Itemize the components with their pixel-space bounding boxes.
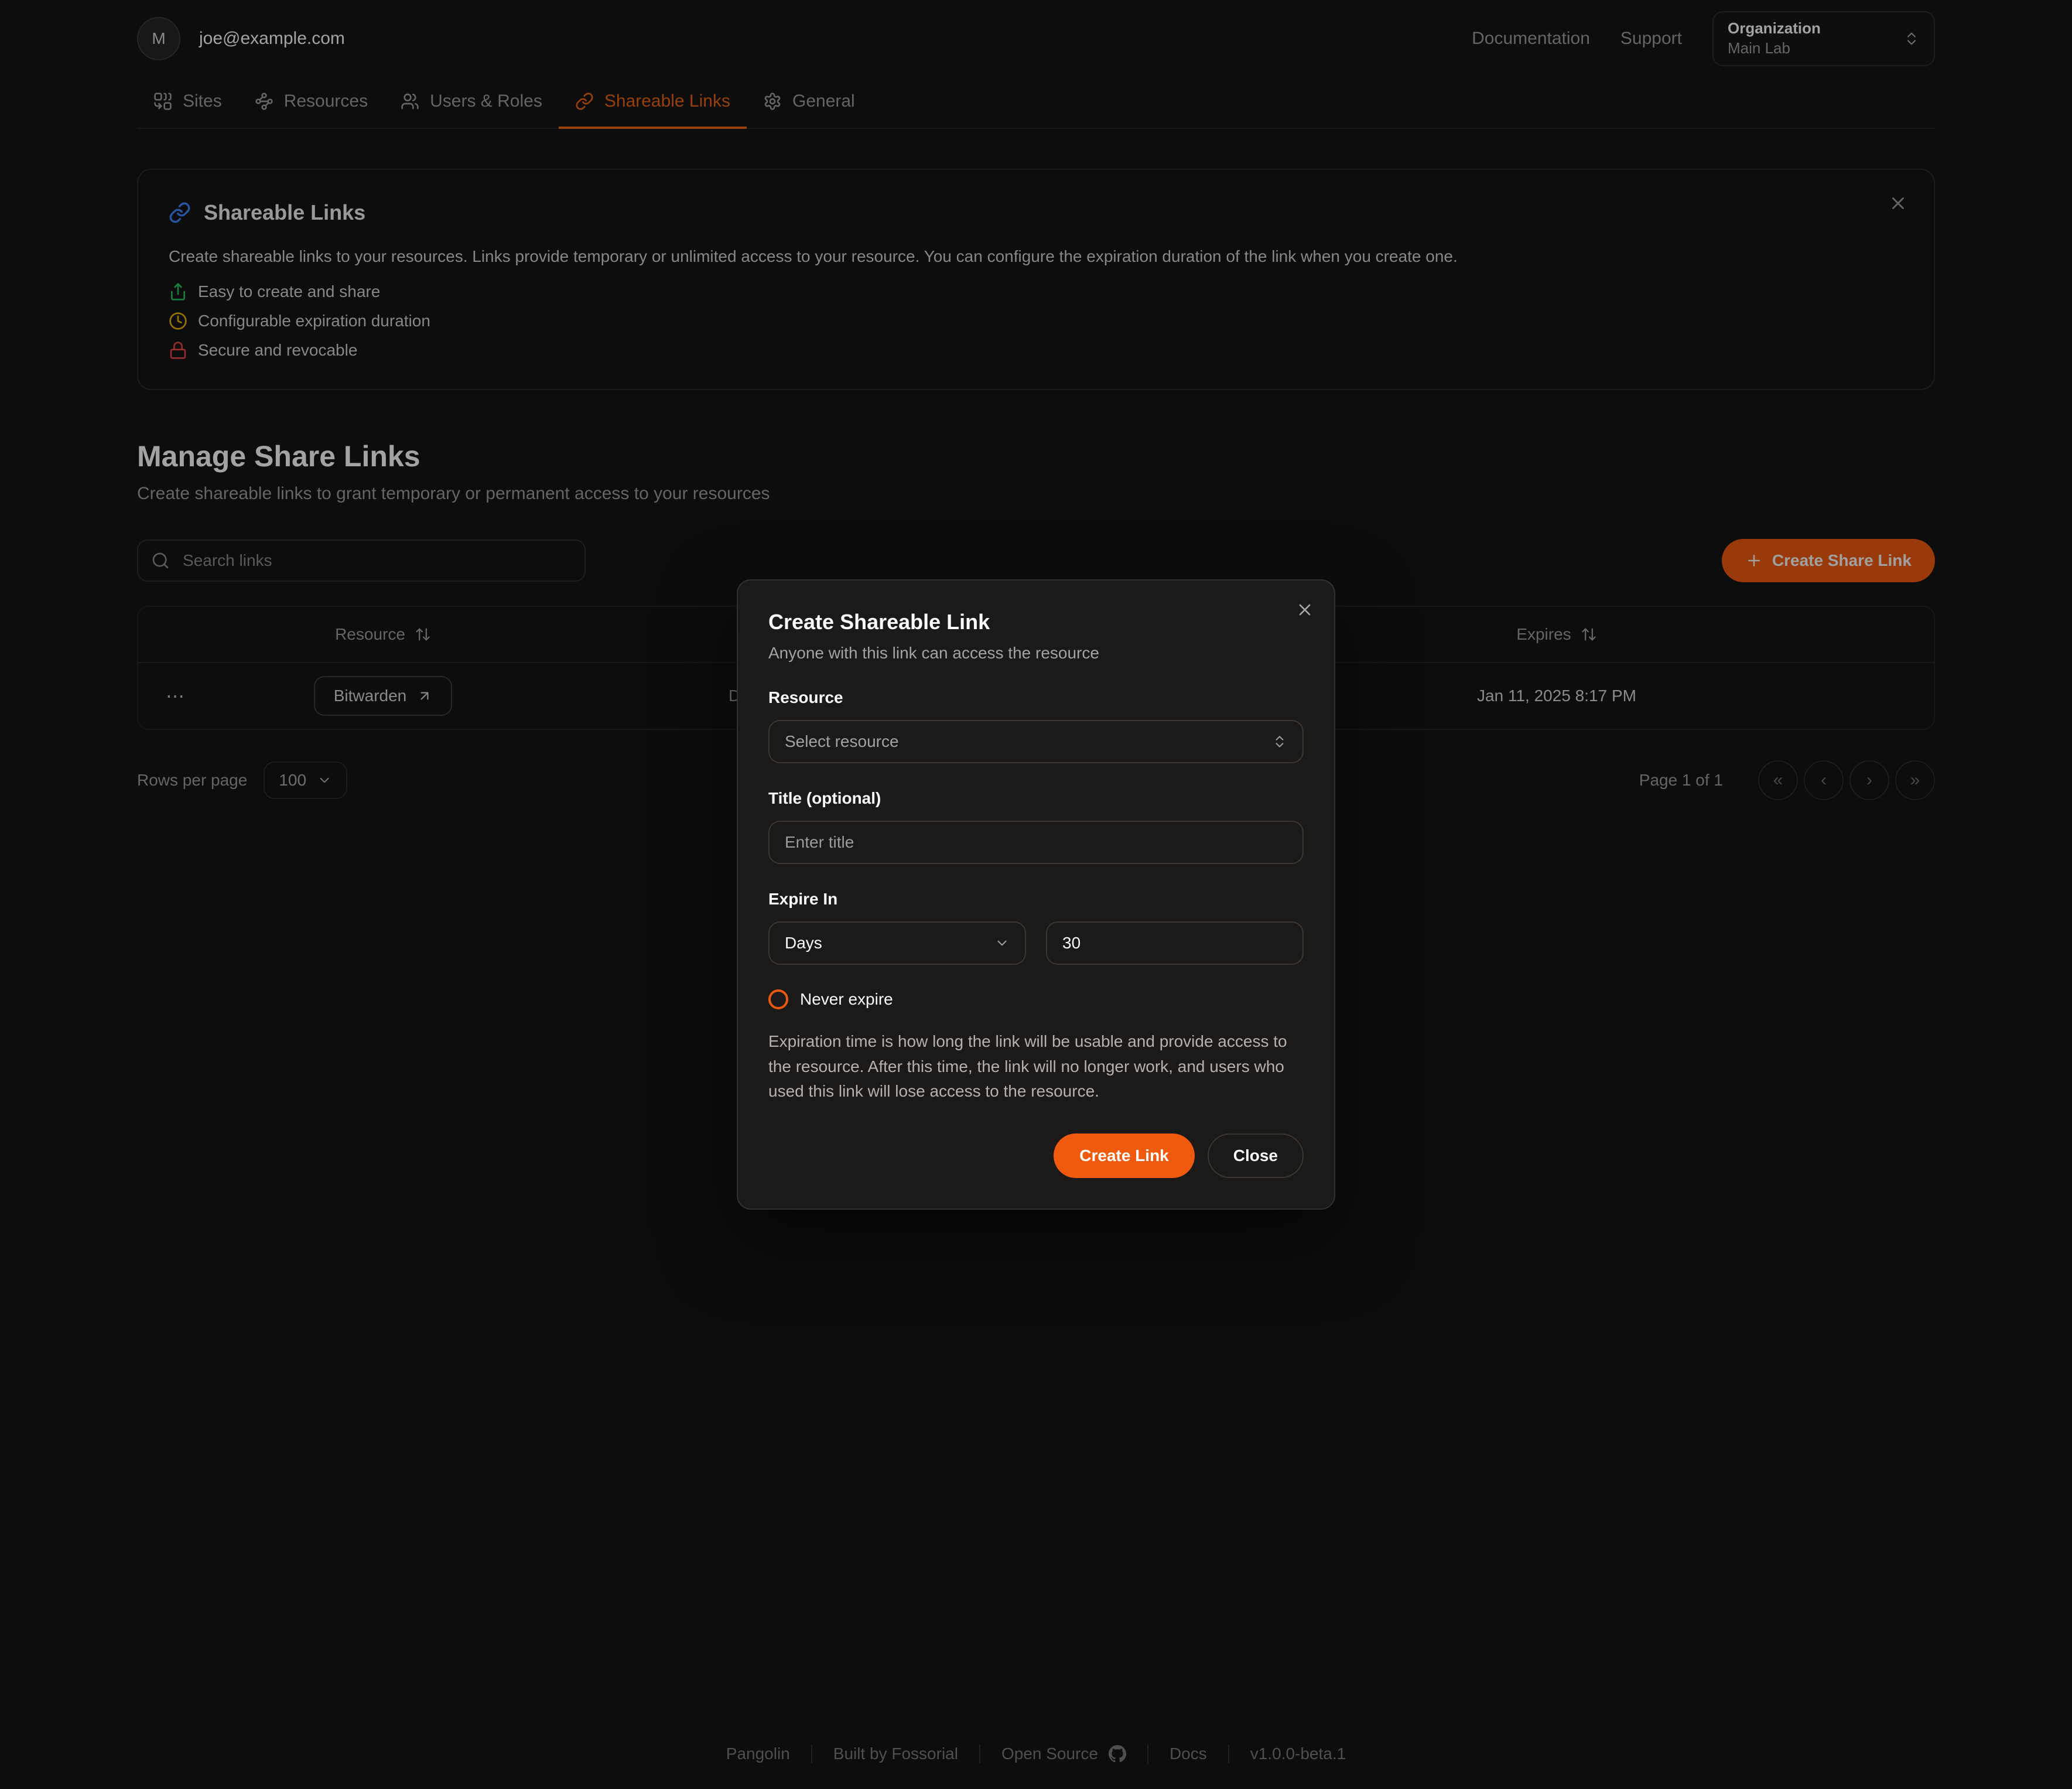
- radio-icon[interactable]: [768, 989, 788, 1009]
- expire-unit-select[interactable]: Days: [768, 921, 1026, 965]
- close-icon[interactable]: [1295, 600, 1314, 619]
- expire-in-label: Expire In: [768, 890, 1304, 909]
- create-link-button[interactable]: Create Link: [1054, 1134, 1195, 1178]
- create-shareable-link-modal: Create Shareable Link Anyone with this l…: [737, 579, 1335, 1210]
- expire-unit-value: Days: [785, 934, 822, 952]
- app-page: M joe@example.com Documentation Support …: [0, 0, 2072, 1789]
- modal-overlay[interactable]: Create Shareable Link Anyone with this l…: [0, 0, 2072, 1789]
- modal-title: Create Shareable Link: [768, 610, 1304, 634]
- chevron-up-down-icon: [1272, 734, 1287, 749]
- never-expire-option[interactable]: Never expire: [768, 989, 1304, 1009]
- title-input[interactable]: [768, 821, 1304, 864]
- chevron-down-icon: [994, 936, 1010, 951]
- expiration-note: Expiration time is how long the link wil…: [768, 1029, 1304, 1104]
- resource-select[interactable]: Select resource: [768, 720, 1304, 763]
- title-field-label: Title (optional): [768, 789, 1304, 808]
- never-expire-label: Never expire: [800, 990, 893, 1009]
- expire-value-input[interactable]: [1046, 921, 1304, 965]
- resource-select-placeholder: Select resource: [785, 732, 899, 751]
- close-button[interactable]: Close: [1208, 1134, 1304, 1178]
- resource-field-label: Resource: [768, 688, 1304, 707]
- modal-subtitle: Anyone with this link can access the res…: [768, 644, 1304, 663]
